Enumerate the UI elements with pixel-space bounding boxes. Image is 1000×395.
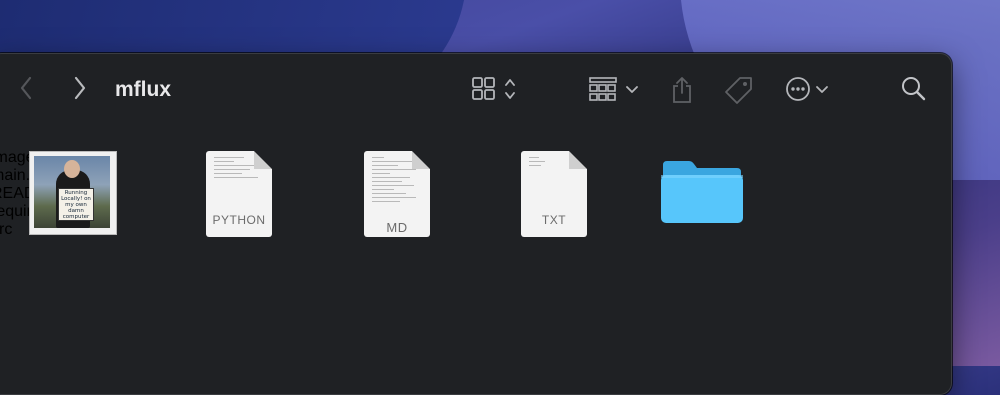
folder-icon xyxy=(659,159,745,225)
document-icon: PYTHON xyxy=(206,151,272,237)
file-item-src[interactable]: src xyxy=(0,161,951,239)
finder-window: mflux Running Locally! on my own damn co… xyxy=(0,53,952,395)
person-head xyxy=(64,160,80,178)
file-item-readme[interactable]: MD README.md xyxy=(0,151,951,237)
doc-type-label: PYTHON xyxy=(212,213,266,227)
document-icon: TXT xyxy=(521,151,587,237)
file-item-main-py[interactable]: PYTHON main.py xyxy=(0,151,951,237)
toolbar: mflux xyxy=(0,54,951,126)
photo: Running Locally! on my own damn computer xyxy=(34,156,110,228)
magnifier-icon[interactable] xyxy=(901,76,927,102)
file-grid: Running Locally! on my own damn computer… xyxy=(0,149,951,239)
file-item-requirements[interactable]: TXT requirements.txt xyxy=(0,151,951,237)
window-title: mflux xyxy=(115,78,172,101)
chevron-right-icon[interactable] xyxy=(73,76,87,100)
file-item-image[interactable]: Running Locally! on my own damn computer… xyxy=(0,149,951,235)
doc-type-label: MD xyxy=(386,220,408,235)
text-lines xyxy=(214,157,260,181)
document-icon: MD xyxy=(364,151,430,237)
ellipsis-circle-icon[interactable] xyxy=(786,76,836,102)
group-icon[interactable] xyxy=(589,76,643,102)
image-thumbnail: Running Locally! on my own damn computer xyxy=(29,151,117,235)
sign-text: Running Locally! on my own damn computer xyxy=(58,188,94,221)
chevron-left-icon[interactable] xyxy=(19,76,33,100)
tag-icon[interactable] xyxy=(724,76,754,106)
doc-type-label: TXT xyxy=(541,213,567,227)
grid-view-icon[interactable] xyxy=(472,76,524,102)
share-icon[interactable] xyxy=(671,76,693,104)
text-lines xyxy=(372,157,418,205)
text-lines xyxy=(529,157,575,169)
